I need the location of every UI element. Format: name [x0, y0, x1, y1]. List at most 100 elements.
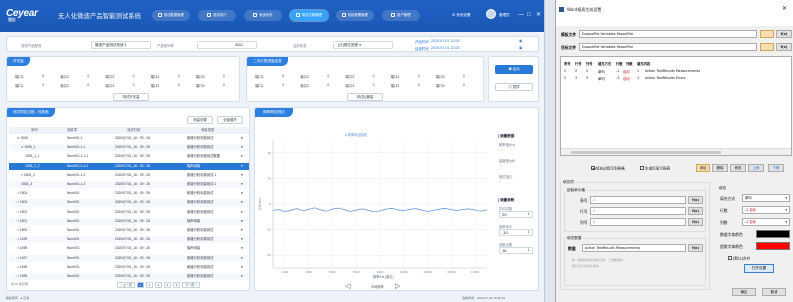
table-row[interactable]: 1505_1_2 Num001-1-1-2 2020/07/01_16 : 39 :… [9, 162, 249, 170]
rows-select[interactable]: -1 自动 ▾ [742, 206, 790, 214]
generate-checkbox[interactable]: 生成后显示报表 [640, 166, 670, 171]
row-dropdown-icon[interactable]: ▾ [241, 172, 243, 179]
maximize-button[interactable]: □ [527, 11, 531, 19]
pager-button[interactable]: 1 [137, 282, 144, 288]
test-switch-button[interactable]: 测试开关量 [113, 93, 149, 101]
pager-button[interactable]: 4 [164, 282, 171, 288]
row-dropdown-icon[interactable]: ▾ [241, 227, 243, 234]
ok-button[interactable]: 确定 [732, 288, 756, 296]
table-no-fx[interactable]: f(x) [688, 196, 703, 204]
delete-button[interactable]: 删除 [712, 164, 728, 172]
move-down-button[interactable]: 下移 [768, 164, 784, 172]
cancel-button[interactable]: 取消 [762, 288, 786, 296]
error-color-swatch[interactable] [756, 242, 790, 250]
open-settings-button[interactable]: 打开设置 [744, 264, 774, 273]
template-input[interactable]: ExposeFile Variables ReportFile [579, 30, 757, 38]
spinner-icon[interactable]: ⇕ [527, 212, 530, 217]
pager-button[interactable]: 2 [146, 282, 153, 288]
nav-tab[interactable]: 测试执行 [198, 10, 236, 21]
col-no-input[interactable]: 2 [590, 218, 686, 226]
row-dropdown-icon[interactable]: ▾ [241, 218, 243, 225]
table-row[interactable]: > 1499 Num001 2020/07/01_16 : 39 : 28 频谱分析测… [9, 236, 249, 244]
table-row[interactable]: > 1503 Num001 2020/07/01_16 : 39 : 28 频谱分析测… [9, 199, 249, 207]
pager-button[interactable]: 下一页 > [182, 282, 200, 288]
measure-settings-button[interactable]: 测量设置 [187, 116, 213, 124]
row-dropdown-icon[interactable]: ▾ [241, 135, 243, 142]
target-input[interactable]: ExposeFile Variables ReportFile [579, 43, 757, 51]
nav-tab[interactable]: 用户管理 [382, 10, 420, 21]
fill-mode-select[interactable]: 单列 ▾ [742, 194, 790, 202]
row-dropdown-icon[interactable]: ▾ [241, 199, 243, 206]
product-field[interactable]: 微波产品测试系统 1 [91, 40, 151, 49]
serial-field[interactable]: 0001 [197, 40, 257, 49]
template-browse-button[interactable] [760, 30, 774, 38]
measure-param-input[interactable]: 20 ⇕ [499, 211, 533, 218]
col-no-fx[interactable]: f(x) [688, 218, 703, 226]
row-dropdown-icon[interactable]: ▾ [241, 181, 243, 188]
row-no-fx[interactable]: f(x) [688, 207, 703, 215]
target-browse-button[interactable] [760, 43, 774, 51]
row-dropdown-icon[interactable]: ▾ [241, 264, 243, 271]
pause-button[interactable]: ◎ 暂停 [495, 83, 533, 91]
test-instrument-button[interactable]: 测试仪器量 [347, 93, 383, 101]
avatar[interactable] [486, 9, 496, 19]
measure-param-input[interactable]: 16 ⇕ [499, 247, 533, 254]
data-input[interactable]: Action TestResults Measurements [582, 244, 686, 252]
row-dropdown-icon[interactable]: ▾ [241, 209, 243, 216]
row-dropdown-icon[interactable]: ▾ [241, 163, 243, 170]
table-row[interactable]: > 1497 Num001 2020/07/01_16 : 39 : 28 频谱分析测… [9, 254, 249, 262]
table-row[interactable]: > 1498 Num001 2020/07/01_16 : 39 : 28 噪声测量 ▾ [9, 245, 249, 252]
add-button[interactable]: 添加 [696, 164, 710, 172]
expand-all-button[interactable]: 全部展开 [217, 116, 243, 124]
start-button[interactable]: ◉ 启动 [495, 65, 533, 74]
prev-arrow-icon[interactable]: ◁ [345, 282, 350, 290]
close-button[interactable]: ✕ [536, 11, 541, 19]
modify-button[interactable]: 修改 [730, 164, 746, 172]
table-row[interactable]: > 1502 Num001 2020/07/01_16 : 39 : 28 频谱分析测… [9, 209, 249, 216]
table-row[interactable]: > 1504 Num001 2020/07/01_16 : 39 : 28 频谱分析测… [9, 190, 249, 197]
calendar-icon[interactable]: ▣ [519, 46, 522, 50]
merge-checkbox[interactable]: [默认]合并 [728, 256, 750, 261]
table-row[interactable]: ∨ 1505 Num001-1 2020/07/01_16 : 39 : 28 频谱分… [9, 135, 249, 142]
row-dropdown-icon[interactable]: ▾ [241, 144, 243, 151]
auto-insert-checkbox[interactable]: 填充过程写到表格 [591, 166, 625, 171]
data-fx[interactable]: f(x) [688, 244, 703, 252]
row-dropdown-icon[interactable]: ▾ [241, 153, 243, 160]
fill-items-table[interactable]: 表号 行号 列号 填充方式 行数 列数 填充内容 2 2 2 单列 -1 自动 1 Action TestR… [560, 56, 792, 156]
row-dropdown-icon[interactable]: ▾ [241, 190, 243, 197]
cols-select[interactable]: -1 自动 ▾ [742, 218, 790, 226]
settings-link[interactable]: ⚙ 系统设置 [452, 10, 471, 21]
table-no-input[interactable]: 2 [590, 196, 686, 204]
nav-tab[interactable]: 系统状态 [244, 10, 282, 21]
row-dropdown-icon[interactable]: ▾ [241, 236, 243, 243]
table-row[interactable]: 1505_1_1 Num001-1-1-1 2020/07/01_16 : 39 :… [9, 153, 249, 160]
table-row[interactable]: > 1496 Num001 2020/07/01_16 : 39 : 28 频谱分析测… [9, 264, 249, 271]
table-row[interactable]: 2 3 3 单列 -1 自动 1 Action TestResults Errors [561, 75, 791, 82]
pager-button[interactable]: 5 [173, 282, 180, 288]
table-row[interactable]: ∨ 1505_1 Num001-1-1 2020/07/01_16 : 39 : 2… [9, 144, 249, 152]
spinner-icon[interactable]: ⇕ [527, 248, 530, 253]
nav-tab[interactable]: 系统报警管理 [336, 10, 374, 21]
next-arrow-icon[interactable]: ▷ [395, 282, 400, 290]
horizontal-scrollbar[interactable] [561, 148, 791, 155]
spinner-icon[interactable]: ⇕ [527, 230, 530, 235]
move-up-button[interactable]: 上移 [748, 164, 764, 172]
template-fx-button[interactable]: f(x) [776, 30, 792, 38]
calendar-icon[interactable]: ▣ [519, 39, 522, 43]
row-dropdown-icon[interactable]: ▾ [241, 255, 243, 262]
measure-param-input[interactable]: -10 ⇕ [499, 229, 533, 236]
nav-tab[interactable]: 测试数据管理 [152, 10, 190, 21]
target-fx-button[interactable]: f(x) [776, 43, 792, 51]
status-field[interactable]: [计]测试进程 ● [333, 40, 393, 49]
row-no-input[interactable]: 2 [590, 207, 686, 215]
table-row[interactable]: > 1501 Num001 2020/07/01_16 : 39 : 28 噪声测量 ▾ [9, 217, 249, 225]
table-row[interactable]: > 1505_2 Num001-1-2 2020/07/01_16 : 39 : 2… [9, 172, 249, 179]
minimize-button[interactable]: — [518, 11, 524, 19]
table-row[interactable]: 1505_3 Num001-1-3 2020/07/01_16 : 39 : 28 频… [9, 181, 249, 189]
font-color-swatch[interactable] [756, 230, 790, 238]
table-row[interactable]: > 1500 Num001 2020/07/01_16 : 39 : 28 频谱分析测… [9, 227, 249, 234]
pager-button[interactable]: < 上一页 [117, 282, 135, 288]
table-row[interactable]: > 1495 Num001 2020/07/01_16 : 39 : 28 频谱分析测… [9, 273, 249, 281]
row-dropdown-icon[interactable]: ▾ [241, 273, 243, 280]
frequency-response-chart[interactable]: 20100-10-201000 3000 5000 7000 9000 11000 1300… [255, 108, 495, 292]
